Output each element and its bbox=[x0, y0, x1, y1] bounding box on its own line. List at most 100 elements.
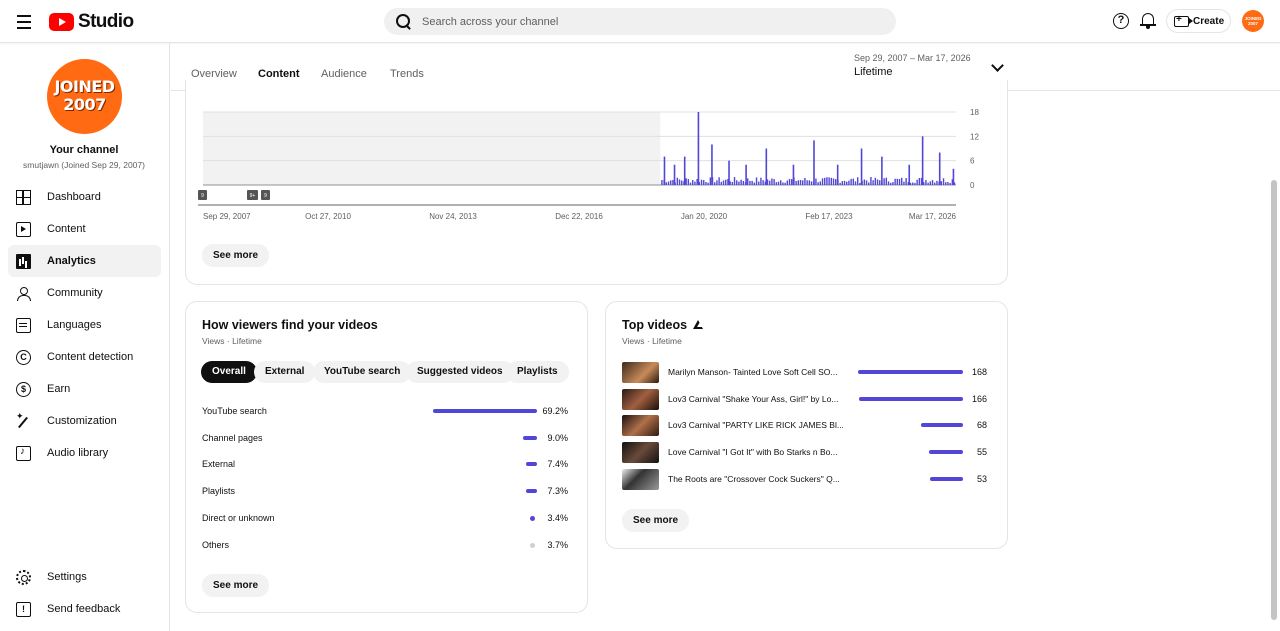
chart-bar bbox=[857, 177, 859, 185]
chart-bar bbox=[769, 180, 771, 185]
chart-bar bbox=[797, 180, 800, 185]
top-videos-title: Top videos bbox=[622, 318, 688, 332]
chart-bar bbox=[716, 180, 718, 185]
search-icon[interactable] bbox=[395, 13, 412, 30]
chart-bar bbox=[765, 148, 768, 185]
logo-text: Studio bbox=[78, 11, 134, 32]
chart-bar bbox=[802, 180, 804, 185]
sidebar-item-audio-library[interactable]: Audio library bbox=[8, 437, 161, 469]
traffic-row-value: 69.2% bbox=[542, 406, 568, 416]
chart-see-more-button[interactable]: See more bbox=[202, 244, 270, 267]
chart-bar bbox=[918, 178, 921, 185]
chart-bar bbox=[773, 179, 775, 185]
chart-bar bbox=[705, 181, 707, 185]
sidebar-item-label: Languages bbox=[47, 319, 102, 331]
video-thumbnail[interactable] bbox=[622, 442, 659, 464]
traffic-row-value: 3.7% bbox=[547, 539, 568, 550]
chart-bar bbox=[934, 182, 936, 185]
date-range-text[interactable]: Sep 29, 2007 – Mar 17, 2026 bbox=[854, 53, 971, 63]
bell-icon[interactable] bbox=[1140, 12, 1156, 29]
filter-suggested-videos[interactable]: Suggested videos bbox=[406, 361, 514, 383]
page-scrollbar[interactable] bbox=[1271, 180, 1277, 620]
sidebar-item-send-feedback[interactable]: ! Send feedback bbox=[8, 593, 161, 625]
hamburger-menu-icon[interactable] bbox=[12, 10, 36, 32]
chart-bar bbox=[887, 181, 890, 185]
chart-bar bbox=[709, 177, 712, 185]
video-views-value: 53 bbox=[976, 473, 987, 484]
traffic-see-more-button[interactable]: See more bbox=[202, 574, 270, 597]
chart-bar bbox=[865, 180, 868, 185]
chart-bar bbox=[683, 156, 686, 185]
video-title[interactable]: Lov3 Carnival "Shake Your Ass, Girl!" by… bbox=[668, 394, 843, 404]
help-icon[interactable]: ? bbox=[1113, 13, 1129, 29]
video-title[interactable]: Lov3 Carnival "PARTY LIKE RICK JAMES Bl.… bbox=[668, 420, 843, 430]
sidebar-item-label: Settings bbox=[47, 571, 87, 583]
warning-icon[interactable] bbox=[693, 320, 704, 329]
top-videos-title-row: Top videos bbox=[622, 318, 704, 332]
copyright-icon: C bbox=[16, 349, 31, 365]
chart-bar bbox=[894, 178, 896, 185]
chart-bar bbox=[892, 182, 894, 185]
chart-bar bbox=[689, 182, 692, 185]
traffic-card-title: How viewers find your videos bbox=[202, 318, 378, 332]
search-bar[interactable] bbox=[384, 8, 896, 35]
sidebar-item-content-detection[interactable]: C Content detection bbox=[8, 341, 161, 373]
studio-logo[interactable]: Studio bbox=[49, 11, 134, 33]
top-videos-subtitle: Views · Lifetime bbox=[622, 336, 682, 346]
chart-bar bbox=[718, 177, 720, 185]
chart-bar bbox=[697, 112, 700, 185]
account-avatar[interactable]: JOINED 2007 bbox=[1242, 10, 1264, 32]
chart-bar bbox=[824, 177, 826, 185]
chart-bar bbox=[940, 181, 943, 185]
search-input[interactable] bbox=[422, 15, 862, 28]
chart-bar bbox=[673, 164, 676, 185]
video-views-value: 168 bbox=[971, 367, 987, 377]
channel-avatar-line2: 2007 bbox=[63, 95, 106, 114]
chart-bar bbox=[740, 179, 742, 185]
traffic-row-label: Others bbox=[202, 539, 230, 550]
sidebar-item-analytics[interactable]: Analytics bbox=[8, 245, 161, 277]
community-icon bbox=[16, 286, 31, 301]
video-thumbnail[interactable] bbox=[622, 468, 659, 490]
channel-handle: smutjawn (Joined Sep 29, 2007) bbox=[23, 160, 145, 170]
filter-external[interactable]: External bbox=[254, 361, 316, 383]
chart-bar bbox=[872, 180, 874, 185]
video-thumbnail[interactable] bbox=[622, 415, 659, 437]
create-video-icon bbox=[1174, 14, 1193, 27]
sidebar-item-dashboard[interactable]: Dashboard bbox=[8, 181, 161, 213]
sidebar-item-languages[interactable]: Languages bbox=[8, 309, 161, 341]
video-title[interactable]: Marilyn Manson- Tainted Love Soft Cell S… bbox=[668, 367, 843, 377]
create-button[interactable]: Create bbox=[1166, 9, 1231, 33]
filter-playlists[interactable]: Playlists bbox=[506, 361, 569, 383]
sidebar-item-label: Analytics bbox=[47, 255, 96, 267]
filter-youtube-search[interactable]: YouTube search bbox=[313, 361, 412, 383]
video-thumbnail[interactable] bbox=[622, 388, 659, 410]
channel-avatar[interactable]: JOINED 2007 bbox=[47, 59, 122, 134]
sidebar-item-community[interactable]: Community bbox=[8, 277, 161, 309]
filter-overall[interactable]: Overall bbox=[201, 361, 257, 383]
sidebar-item-content[interactable]: Content bbox=[8, 213, 161, 245]
date-range-value[interactable]: Lifetime bbox=[854, 66, 893, 78]
chart-shaded-region bbox=[203, 112, 661, 185]
chart-bar bbox=[711, 144, 713, 185]
chart-bar bbox=[771, 178, 773, 185]
chart-bar bbox=[841, 181, 844, 185]
chart-bar bbox=[685, 178, 687, 185]
top-videos-see-more-button[interactable]: See more bbox=[622, 509, 690, 532]
chart-bar bbox=[745, 164, 747, 185]
views-chart[interactable]: 18 12 6 0 Sep 29, 2007 Oct 27, 2010 Nov 24, 20… bbox=[186, 80, 1009, 230]
video-thumbnail[interactable] bbox=[622, 362, 659, 383]
sidebar-item-earn[interactable]: $ Earn bbox=[8, 373, 161, 405]
chart-x-tick-label: Dec 22, 2016 bbox=[555, 212, 603, 221]
chart-bar bbox=[836, 164, 839, 185]
chevron-down-icon[interactable] bbox=[991, 59, 1004, 72]
sidebar-item-customization[interactable]: Customization bbox=[8, 405, 161, 437]
video-title[interactable]: The Roots are "Crossover Cock Suckers" Q… bbox=[668, 474, 843, 484]
sidebar-item-settings[interactable]: Settings bbox=[8, 561, 161, 593]
channel-avatar-line1: JOINED bbox=[54, 77, 115, 96]
chart-bar bbox=[755, 177, 758, 185]
chart-bar bbox=[908, 164, 911, 185]
chart-bar bbox=[843, 180, 846, 185]
chart-bar bbox=[905, 178, 907, 185]
video-title[interactable]: Love Carnival "I Got It" with Bo Starks … bbox=[668, 447, 843, 457]
